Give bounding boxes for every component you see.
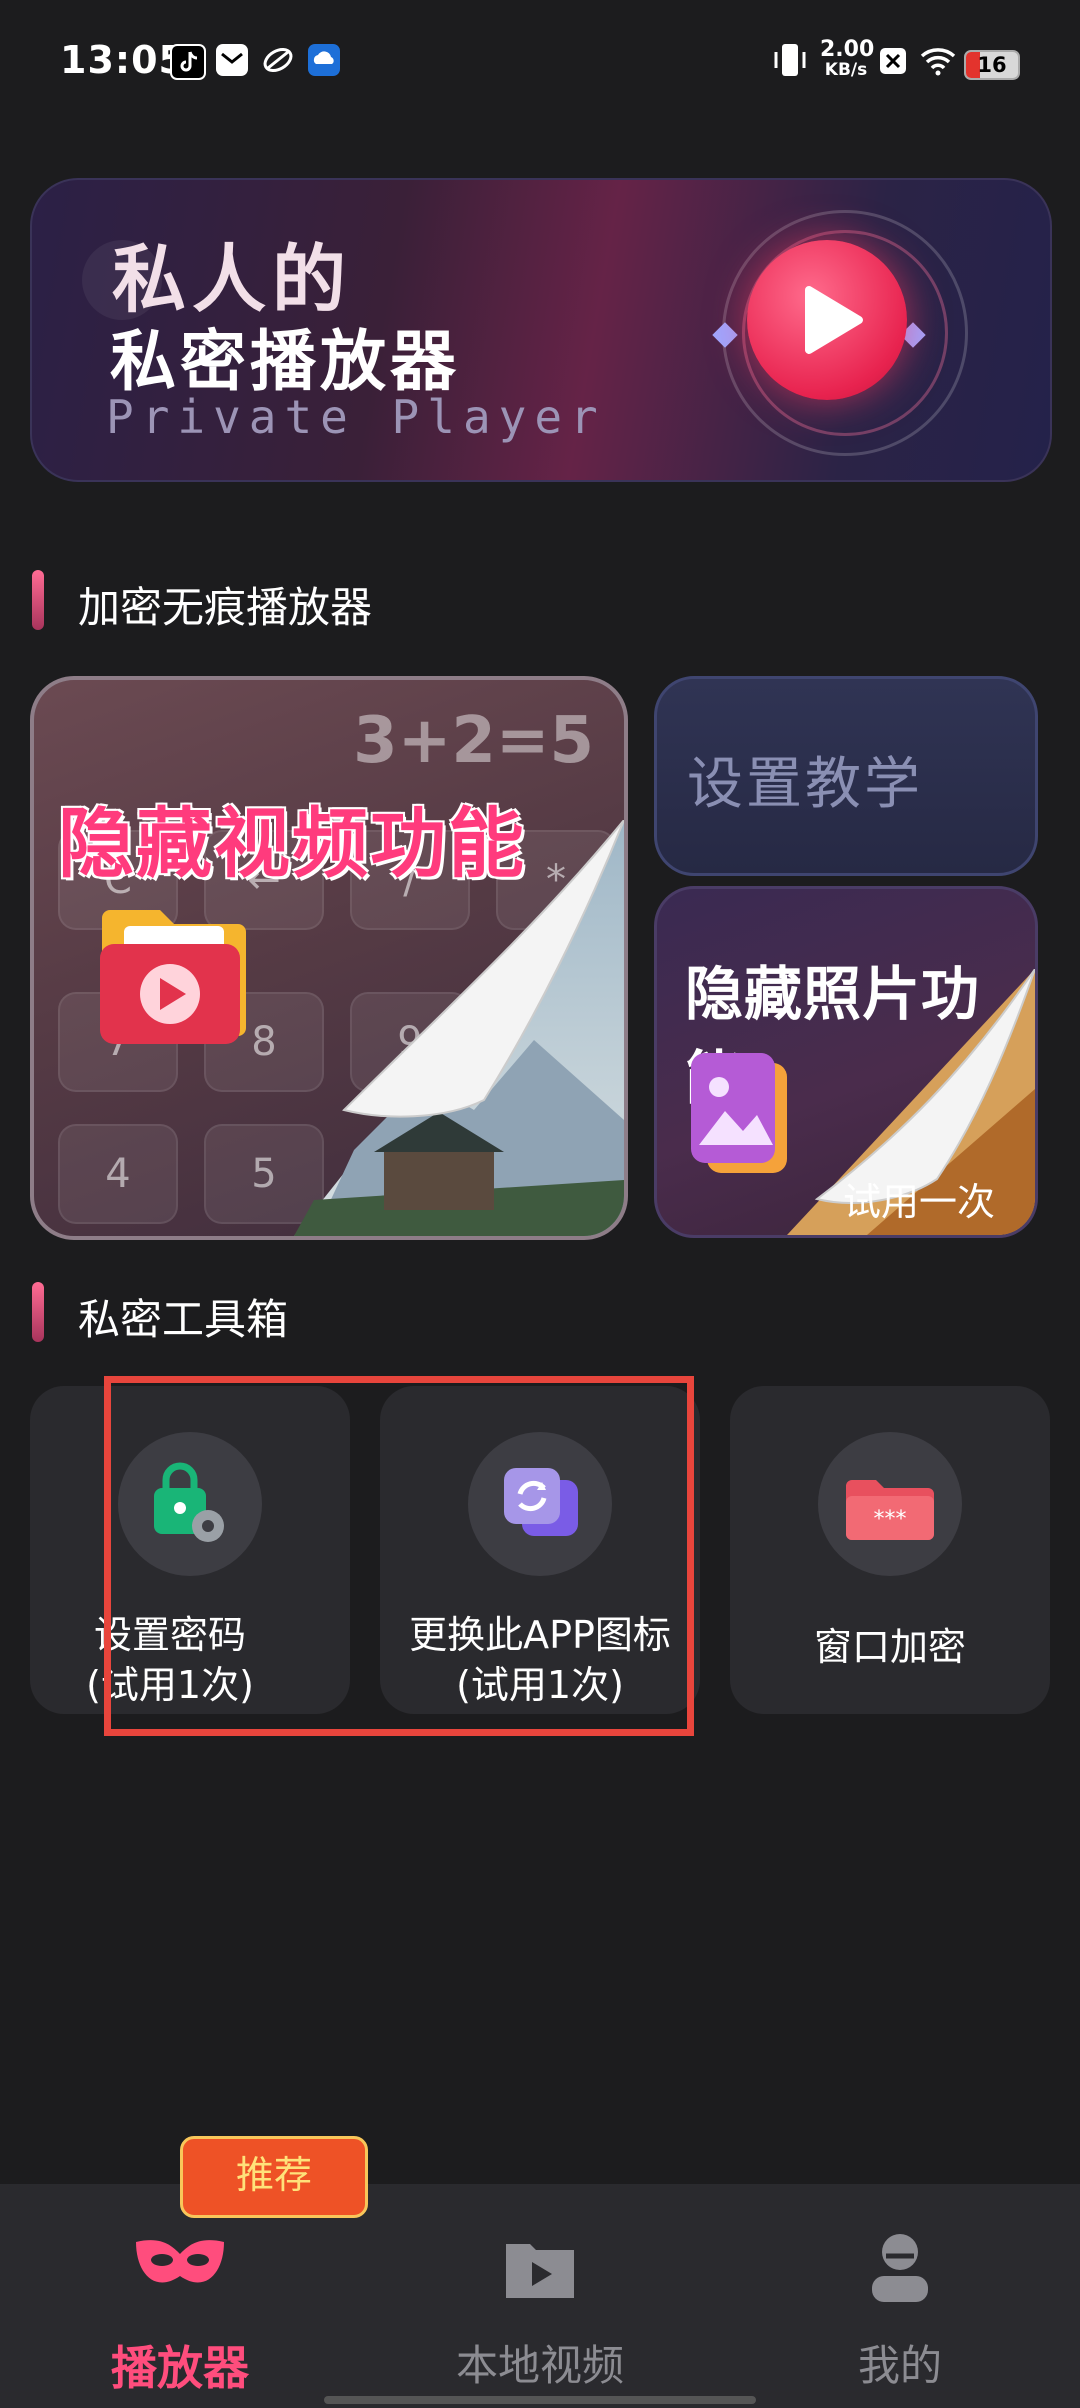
vibrate-icon bbox=[772, 40, 808, 80]
network-speed: 2.00 KB/s bbox=[820, 37, 875, 81]
x-icon bbox=[880, 48, 906, 74]
cloud-icon bbox=[308, 44, 340, 76]
nav-label-local-video: 本地视频 bbox=[455, 2341, 624, 2390]
svg-text:***: *** bbox=[874, 1507, 907, 1532]
calc-display: 3+2=5 bbox=[353, 704, 594, 778]
tool-label: 窗口加密 bbox=[730, 1622, 1050, 1672]
nav-item-player[interactable]: 播放器 bbox=[60, 2220, 300, 2400]
nav-label-mine: 我的 bbox=[857, 2341, 942, 2390]
mail-icon bbox=[216, 44, 248, 76]
hide-video-title: 隐藏视频功能 bbox=[58, 799, 526, 888]
calc-key: 4 bbox=[58, 1124, 178, 1224]
photo-gallery-icon bbox=[691, 1053, 787, 1173]
status-time: 13:05 bbox=[60, 38, 186, 82]
profile-icon bbox=[872, 2234, 928, 2302]
section-title-toolbox: 私密工具箱 bbox=[78, 1295, 289, 1344]
tool-label-line1: 窗口加密 bbox=[813, 1625, 966, 1669]
home-indicator[interactable] bbox=[324, 2396, 756, 2404]
hero-banner[interactable]: 私人的 私密播放器 Private Player bbox=[30, 178, 1052, 482]
nav-item-mine[interactable]: 我的 bbox=[780, 2220, 1020, 2400]
folder-icon-bg: *** bbox=[818, 1432, 962, 1576]
highlight-box bbox=[104, 1376, 694, 1736]
wifi-icon bbox=[918, 40, 958, 80]
app-icon bbox=[262, 44, 294, 76]
section-accent-bar bbox=[32, 570, 44, 630]
section-title-player: 加密无痕播放器 bbox=[78, 583, 373, 632]
mask-icon bbox=[136, 2240, 224, 2283]
battery-icon: 16 bbox=[964, 50, 1020, 80]
nav-item-local-video[interactable]: 本地视频 bbox=[420, 2220, 660, 2400]
section-accent-bar bbox=[32, 1282, 44, 1342]
battery-level: 16 bbox=[977, 53, 1007, 77]
hide-video-card[interactable]: C ← / * 7 8 9 4 5 3+2=5 隐藏视频功能 bbox=[30, 676, 628, 1240]
nav-label-player: 播放器 bbox=[111, 2341, 249, 2395]
banner-subtitle: Private Player bbox=[106, 390, 606, 444]
secure-folder-icon: *** bbox=[846, 1480, 934, 1540]
trial-once-label: 试用一次 bbox=[843, 1180, 996, 1224]
speed-unit: KB/s bbox=[824, 60, 868, 80]
hide-photo-card[interactable]: 隐藏照片功能 试用一次 bbox=[654, 886, 1038, 1238]
play-icon bbox=[747, 240, 907, 400]
video-folder-icon bbox=[100, 910, 246, 1044]
speed-value: 2.00 bbox=[820, 37, 875, 62]
tutorial-card[interactable]: 设置教学 bbox=[654, 676, 1038, 876]
recommend-badge: 推荐 bbox=[180, 2136, 368, 2218]
tiktok-icon bbox=[170, 44, 206, 80]
tool-window-encrypt[interactable]: *** 窗口加密 bbox=[730, 1386, 1050, 1714]
tutorial-title: 设置教学 bbox=[687, 752, 923, 817]
video-folder-nav-icon bbox=[506, 2244, 574, 2298]
